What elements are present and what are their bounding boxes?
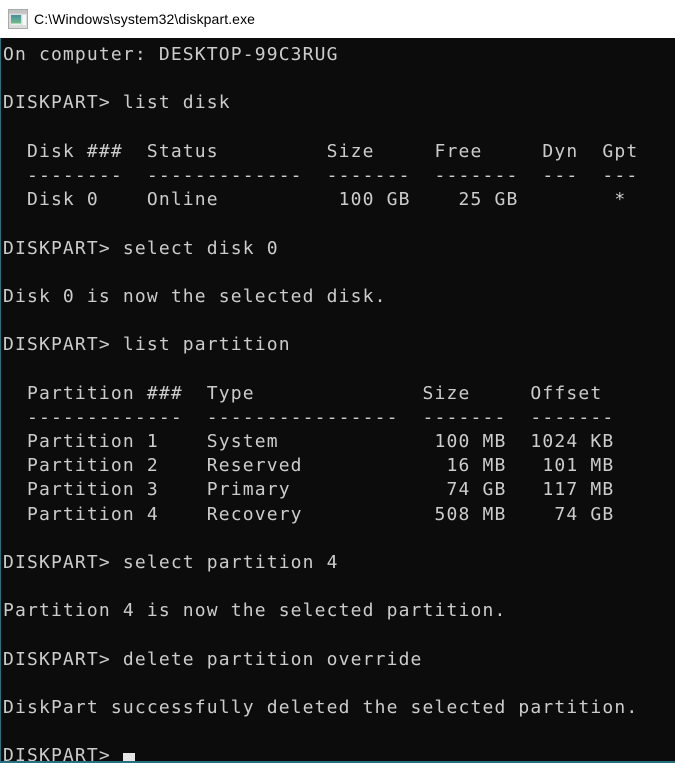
terminal-line (3, 116, 675, 140)
terminal-line: On computer: DESKTOP-99C3RUG (3, 43, 675, 67)
terminal-line: DISKPART> select disk 0 (3, 237, 675, 261)
terminal-line: Disk 0 Online 100 GB 25 GB * (3, 188, 675, 212)
terminal-cursor (123, 753, 135, 763)
terminal-line: Disk ### Status Size Free Dyn Gpt (3, 140, 675, 164)
terminal-line (3, 720, 675, 744)
console-window: C:\Windows\system32\diskpart.exe On comp… (0, 0, 675, 763)
terminal-line: Partition 2 Reserved 16 MB 101 MB (3, 454, 675, 478)
window-title: C:\Windows\system32\diskpart.exe (34, 11, 255, 27)
terminal-line (3, 575, 675, 599)
prompt-text: DISKPART> (3, 745, 123, 763)
terminal-line (3, 357, 675, 381)
terminal-output: On computer: DESKTOP-99C3RUG DISKPART> li… (3, 43, 675, 744)
terminal-line (3, 261, 675, 285)
terminal-line: Partition 3 Primary 74 GB 117 MB (3, 478, 675, 502)
terminal-line (3, 212, 675, 236)
terminal-line (3, 624, 675, 648)
terminal-line (3, 672, 675, 696)
terminal-line (3, 67, 675, 91)
window-titlebar[interactable]: C:\Windows\system32\diskpart.exe (0, 0, 675, 38)
terminal-line: DISKPART> list partition (3, 333, 675, 357)
terminal-line: DiskPart successfully deleted the select… (3, 696, 675, 720)
terminal-line: DISKPART> list disk (3, 91, 675, 115)
terminal-line (3, 309, 675, 333)
terminal-line: Partition 1 System 100 MB 1024 KB (3, 430, 675, 454)
terminal[interactable]: On computer: DESKTOP-99C3RUG DISKPART> li… (0, 38, 675, 763)
terminal-line: ------------- ---------------- ------- -… (3, 406, 675, 430)
terminal-line: Disk 0 is now the selected disk. (3, 285, 675, 309)
terminal-line (3, 527, 675, 551)
terminal-line: Partition 4 Recovery 508 MB 74 GB (3, 503, 675, 527)
terminal-line: DISKPART> select partition 4 (3, 551, 675, 575)
terminal-line: Partition 4 is now the selected partitio… (3, 599, 675, 623)
terminal-line: Partition ### Type Size Offset (3, 382, 675, 406)
terminal-line: DISKPART> delete partition override (3, 648, 675, 672)
terminal-line: -------- ------------- ------- ------- -… (3, 164, 675, 188)
terminal-prompt-line: DISKPART> (3, 744, 675, 763)
console-app-icon[interactable] (8, 9, 28, 29)
